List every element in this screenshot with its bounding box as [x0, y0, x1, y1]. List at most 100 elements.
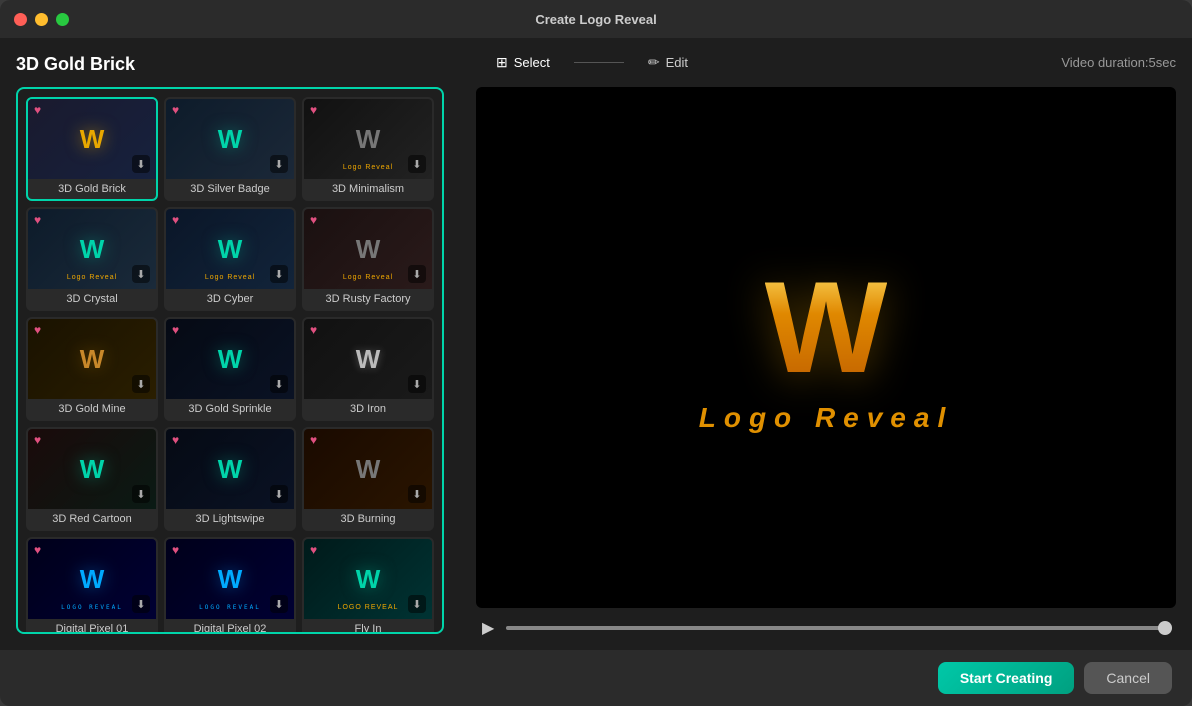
template-logo-fly-in: W — [356, 566, 381, 592]
template-heart-3d-gold-sprinkle: ♥ — [172, 323, 179, 337]
template-label-digital-pixel-01: Digital Pixel 01 — [28, 619, 156, 634]
tab-edit[interactable]: ✏ Edit — [628, 48, 708, 77]
template-heart-3d-minimalism: ♥ — [310, 103, 317, 117]
template-heart-digital-pixel-01: ♥ — [34, 543, 41, 557]
titlebar: Create Logo Reveal — [0, 0, 1192, 38]
template-logo-3d-lightswipe: W — [218, 456, 243, 482]
template-download-3d-gold-mine[interactable]: ⬇ — [132, 375, 150, 393]
template-logo-3d-cyber: W — [218, 236, 243, 262]
template-download-3d-iron[interactable]: ⬇ — [408, 375, 426, 393]
template-item-3d-crystal[interactable]: ♥ W Logo Reveal ⬇ 3D Crystal — [26, 207, 158, 311]
template-download-3d-lightswipe[interactable]: ⬇ — [270, 485, 288, 503]
template-heart-fly-in: ♥ — [310, 543, 317, 557]
template-heart-3d-lightswipe: ♥ — [172, 433, 179, 447]
template-logo-3d-minimalism: W — [356, 126, 381, 152]
start-creating-button[interactable]: Start Creating — [938, 662, 1075, 694]
template-label-3d-burning: 3D Burning — [304, 509, 432, 529]
template-label-3d-lightswipe: 3D Lightswipe — [166, 509, 294, 529]
template-label-3d-cyber: 3D Cyber — [166, 289, 294, 309]
template-item-digital-pixel-02[interactable]: ♥ W LOGO REVEAL ⬇ Digital Pixel 02 — [164, 537, 296, 634]
template-logo-3d-gold-sprinkle: W — [218, 346, 243, 372]
tab-connector — [574, 62, 624, 63]
template-heart-3d-red-cartoon: ♥ — [34, 433, 41, 447]
template-item-fly-in[interactable]: ♥ W LOGO REVEAL ⬇ Fly In — [302, 537, 434, 634]
template-item-3d-cyber[interactable]: ♥ W Logo Reveal ⬇ 3D Cyber — [164, 207, 296, 311]
template-logo-digital-pixel-01: W — [80, 566, 105, 592]
template-logo-3d-gold-mine: W — [80, 346, 105, 372]
template-logo-3d-rusty-factory: W — [356, 236, 381, 262]
template-label-3d-silver-badge: 3D Silver Badge — [166, 179, 294, 199]
template-label-3d-gold-mine: 3D Gold Mine — [28, 399, 156, 419]
template-label-fly-in: Fly In — [304, 619, 432, 634]
template-item-3d-minimalism[interactable]: ♥ W Logo Reveal ⬇ 3D Minimalism — [302, 97, 434, 201]
templates-grid: ♥ W ⬇ 3D Gold Brick ♥ W ⬇ 3D Silver Badg… — [26, 97, 434, 634]
template-download-3d-crystal[interactable]: ⬇ — [132, 265, 150, 283]
bottom-bar: Start Creating Cancel — [0, 650, 1192, 706]
progress-fill — [506, 626, 1172, 630]
template-item-digital-pixel-01[interactable]: ♥ W LOGO REVEAL ⬇ Digital Pixel 01 — [26, 537, 158, 634]
template-download-digital-pixel-02[interactable]: ⬇ — [270, 595, 288, 613]
template-label-3d-crystal: 3D Crystal — [28, 289, 156, 309]
template-download-3d-minimalism[interactable]: ⬇ — [408, 155, 426, 173]
template-label-3d-gold-sprinkle: 3D Gold Sprinkle — [166, 399, 294, 419]
template-item-3d-iron[interactable]: ♥ W ⬇ 3D Iron — [302, 317, 434, 421]
template-logo-digital-pixel-02: W — [218, 566, 243, 592]
template-heart-3d-iron: ♥ — [310, 323, 317, 337]
template-logo-3d-silver-badge: W — [218, 126, 243, 152]
left-panel: 3D Gold Brick ♥ W ⬇ 3D Gold Brick ♥ W ⬇ … — [0, 38, 460, 650]
progress-handle[interactable] — [1158, 621, 1172, 635]
template-heart-3d-cyber: ♥ — [172, 213, 179, 227]
template-label-3d-iron: 3D Iron — [304, 399, 432, 419]
templates-container[interactable]: ♥ W ⬇ 3D Gold Brick ♥ W ⬇ 3D Silver Badg… — [16, 87, 444, 634]
template-label-3d-minimalism: 3D Minimalism — [304, 179, 432, 199]
template-download-fly-in[interactable]: ⬇ — [408, 595, 426, 613]
template-item-3d-red-cartoon[interactable]: ♥ W ⬇ 3D Red Cartoon — [26, 427, 158, 531]
maximize-button[interactable] — [56, 13, 69, 26]
window-title: Create Logo Reveal — [535, 12, 656, 27]
template-logo-3d-crystal: W — [80, 236, 105, 262]
template-item-3d-rusty-factory[interactable]: ♥ W Logo Reveal ⬇ 3D Rusty Factory — [302, 207, 434, 311]
template-download-3d-gold-brick[interactable]: ⬇ — [132, 155, 150, 173]
template-heart-3d-gold-brick: ♥ — [34, 103, 41, 117]
template-heart-3d-burning: ♥ — [310, 433, 317, 447]
template-item-3d-gold-sprinkle[interactable]: ♥ W ⬇ 3D Gold Sprinkle — [164, 317, 296, 421]
template-label-digital-pixel-02: Digital Pixel 02 — [166, 619, 294, 634]
window-controls[interactable] — [14, 13, 69, 26]
preview-logo: W — [765, 262, 888, 392]
template-download-3d-gold-sprinkle[interactable]: ⬇ — [270, 375, 288, 393]
preview-reveal-text: Logo Reveal — [699, 402, 953, 434]
close-button[interactable] — [14, 13, 27, 26]
template-download-3d-silver-badge[interactable]: ⬇ — [270, 155, 288, 173]
template-download-3d-rusty-factory[interactable]: ⬇ — [408, 265, 426, 283]
template-item-3d-lightswipe[interactable]: ♥ W ⬇ 3D Lightswipe — [164, 427, 296, 531]
template-label-3d-red-cartoon: 3D Red Cartoon — [28, 509, 156, 529]
template-heart-3d-gold-mine: ♥ — [34, 323, 41, 337]
template-logo-3d-iron: W — [356, 346, 381, 372]
template-heart-3d-silver-badge: ♥ — [172, 103, 179, 117]
template-item-3d-gold-brick[interactable]: ♥ W ⬇ 3D Gold Brick — [26, 97, 158, 201]
main-content: 3D Gold Brick ♥ W ⬇ 3D Gold Brick ♥ W ⬇ … — [0, 38, 1192, 650]
preview-content: W Logo Reveal — [699, 262, 953, 434]
play-button[interactable]: ▶ — [480, 616, 496, 640]
tab-bar: ⊞ Select ✏ Edit Video duration:5sec — [476, 48, 1176, 77]
tab-select[interactable]: ⊞ Select — [476, 48, 570, 77]
template-item-3d-silver-badge[interactable]: ♥ W ⬇ 3D Silver Badge — [164, 97, 296, 201]
cancel-button[interactable]: Cancel — [1084, 662, 1172, 694]
template-label-3d-rusty-factory: 3D Rusty Factory — [304, 289, 432, 309]
template-item-3d-burning[interactable]: ♥ W ⬇ 3D Burning — [302, 427, 434, 531]
video-controls: ▶ — [476, 608, 1176, 640]
template-download-3d-red-cartoon[interactable]: ⬇ — [132, 485, 150, 503]
template-logo-3d-red-cartoon: W — [80, 456, 105, 482]
template-download-digital-pixel-01[interactable]: ⬇ — [132, 595, 150, 613]
panel-title: 3D Gold Brick — [16, 54, 444, 75]
duration-label: Video duration:5sec — [1061, 55, 1176, 70]
template-download-3d-burning[interactable]: ⬇ — [408, 485, 426, 503]
template-item-3d-gold-mine[interactable]: ♥ W ⬇ 3D Gold Mine — [26, 317, 158, 421]
progress-bar[interactable] — [506, 626, 1172, 630]
template-logo-3d-burning: W — [356, 456, 381, 482]
minimize-button[interactable] — [35, 13, 48, 26]
template-heart-3d-crystal: ♥ — [34, 213, 41, 227]
template-label-3d-gold-brick: 3D Gold Brick — [28, 179, 156, 199]
template-download-3d-cyber[interactable]: ⬇ — [270, 265, 288, 283]
template-heart-3d-rusty-factory: ♥ — [310, 213, 317, 227]
